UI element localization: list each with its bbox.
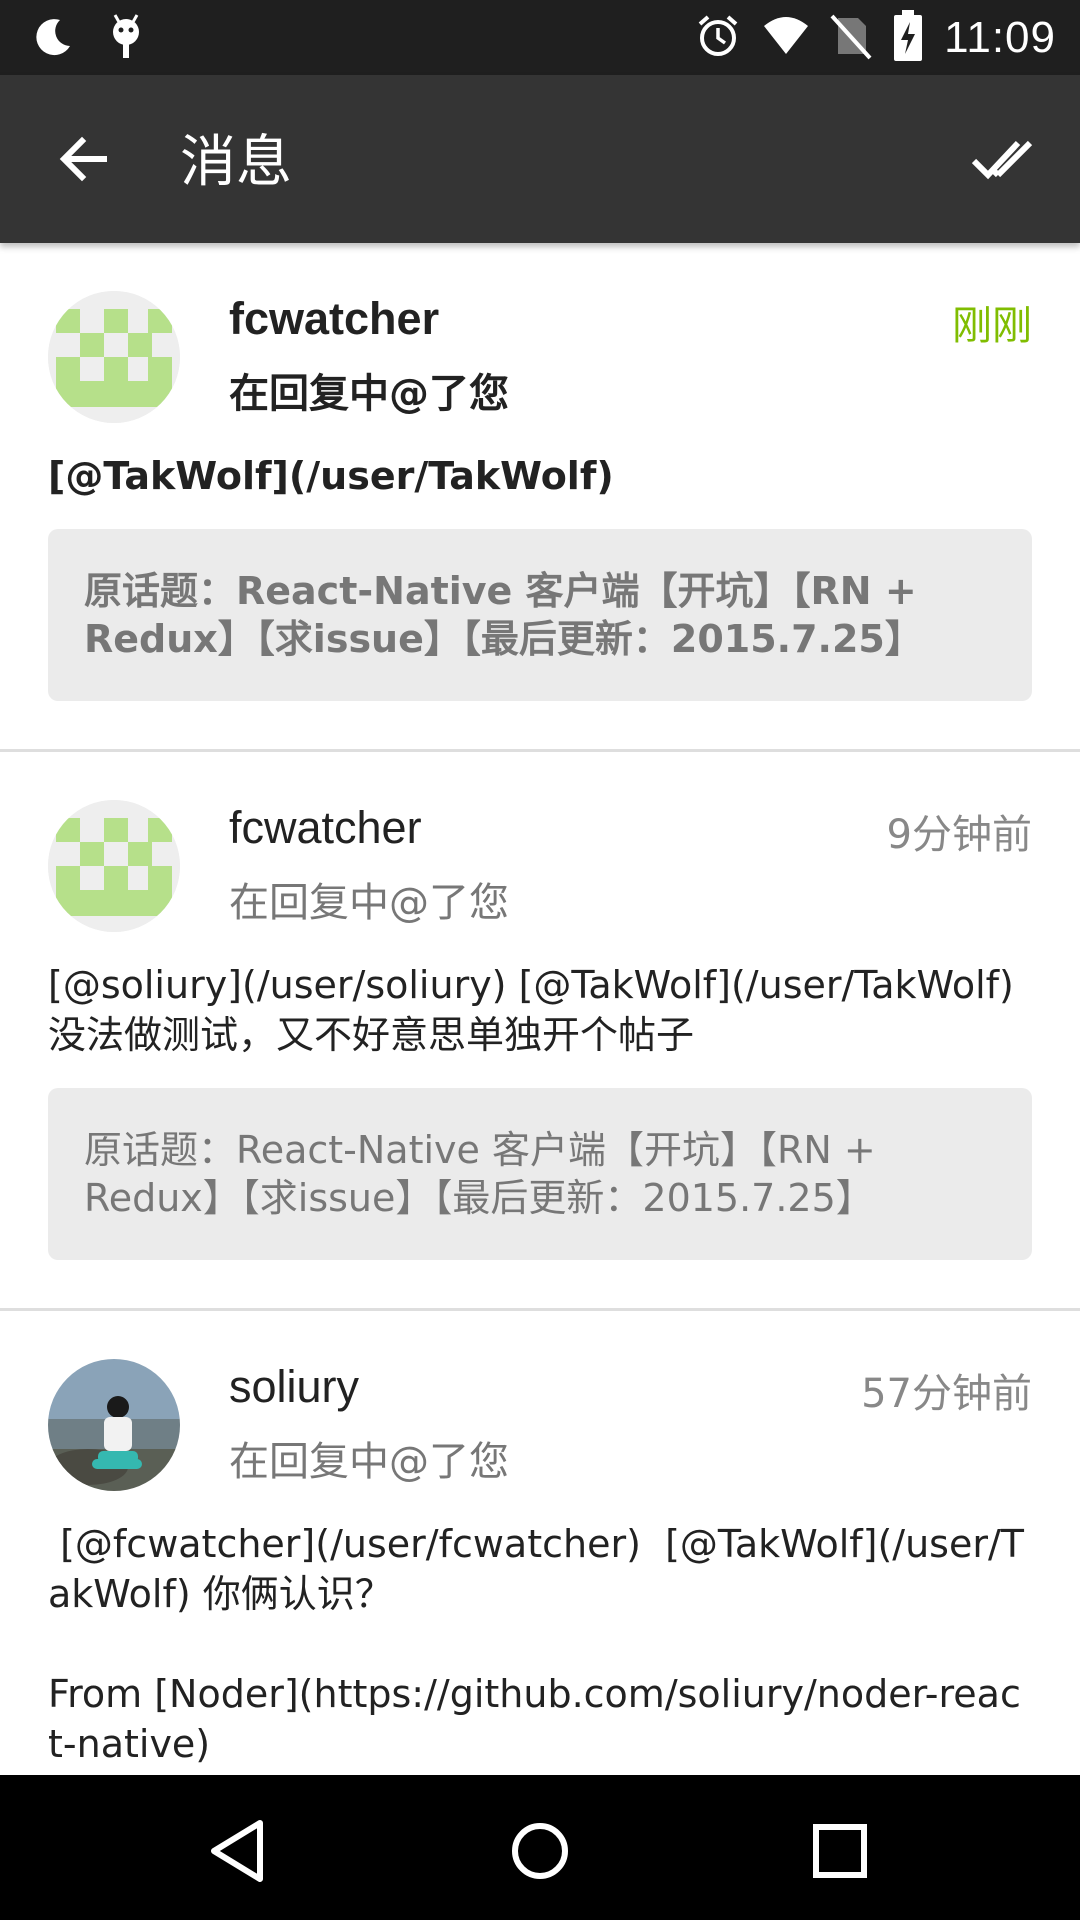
message-action: 在回复中@了您 xyxy=(229,1439,509,1485)
avatar[interactable] xyxy=(48,1359,180,1491)
clock-time: 11:09 xyxy=(944,13,1056,62)
message-action: 在回复中@了您 xyxy=(229,371,509,417)
message-content: [@soliury](/user/soliury) [@TakWolf](/us… xyxy=(48,963,1026,1057)
alarm-icon xyxy=(694,12,742,64)
back-triangle-icon[interactable] xyxy=(200,1811,280,1891)
message-item[interactable]: soliury 57分钟前 在回复中@了您 [@fcwatcher](/user… xyxy=(0,1311,1080,1775)
message-content: [@fcwatcher](/user/fcwatcher) [@TakWolf]… xyxy=(48,1522,1024,1766)
arrow-left-icon[interactable] xyxy=(54,129,114,189)
battery-charging-icon xyxy=(892,10,924,66)
android-debug-icon xyxy=(106,12,146,66)
recents-square-icon[interactable] xyxy=(800,1811,880,1891)
wifi-icon xyxy=(762,14,810,62)
message-time: 刚刚 xyxy=(952,303,1032,349)
message-list[interactable]: fcwatcher 刚刚 在回复中@了您 [@TakWolf](/user/Ta… xyxy=(0,243,1080,1775)
original-topic[interactable]: 原话题：React-Native 客户端【开坑】【RN + Redux】【求is… xyxy=(48,1088,1032,1260)
app-bar: 消息 xyxy=(0,75,1080,243)
page-title: 消息 xyxy=(180,130,292,195)
message-item[interactable]: fcwatcher 刚刚 在回复中@了您 [@TakWolf](/user/Ta… xyxy=(0,243,1080,752)
message-content: [@TakWolf](/user/TakWolf) xyxy=(48,454,614,498)
message-action: 在回复中@了您 xyxy=(229,880,509,926)
moon-icon xyxy=(30,14,76,64)
double-check-icon[interactable] xyxy=(971,129,1044,189)
author-name[interactable]: soliury xyxy=(229,1361,359,1413)
status-bar: 11:09 xyxy=(0,0,1080,75)
original-topic[interactable]: 原话题：React-Native 客户端【开坑】【RN + Redux】【求is… xyxy=(48,529,1032,701)
no-sim-icon xyxy=(830,12,872,64)
navigation-bar xyxy=(0,1775,1080,1920)
message-time: 9分钟前 xyxy=(886,812,1032,858)
avatar[interactable] xyxy=(48,291,180,423)
author-name[interactable]: fcwatcher xyxy=(229,293,439,345)
home-circle-icon[interactable] xyxy=(500,1811,580,1891)
author-name[interactable]: fcwatcher xyxy=(229,802,422,854)
message-time: 57分钟前 xyxy=(861,1371,1032,1417)
avatar[interactable] xyxy=(48,800,180,932)
message-item[interactable]: fcwatcher 9分钟前 在回复中@了您 [@soliury](/user/… xyxy=(0,752,1080,1311)
